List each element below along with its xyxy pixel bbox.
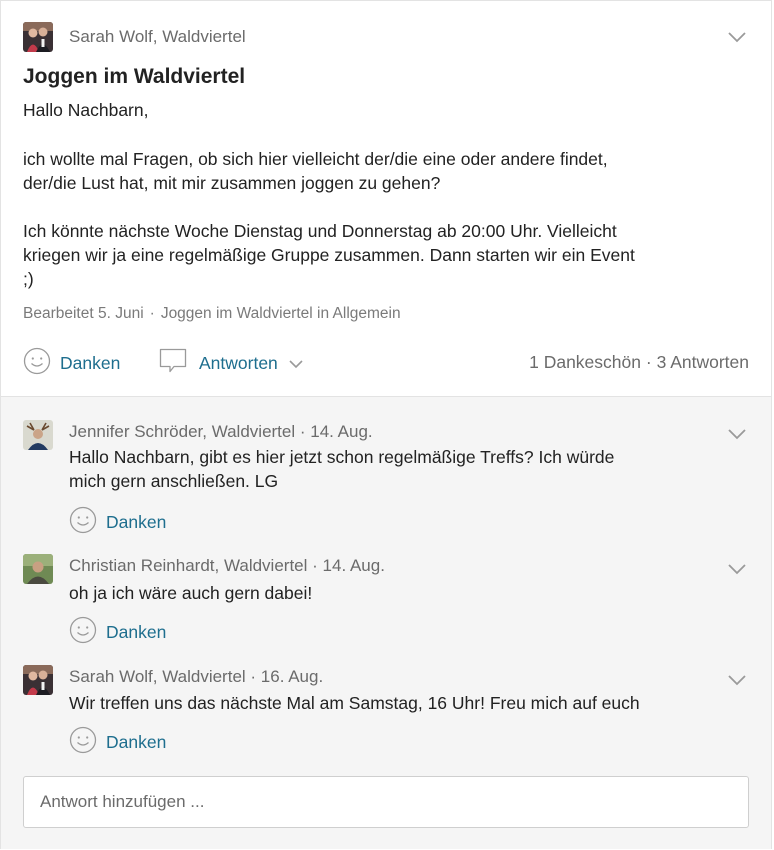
- comment-date: 14. Aug.: [322, 556, 385, 575]
- comment-thank-label: Danken: [106, 622, 167, 642]
- reply-button[interactable]: Antworten: [158, 346, 304, 381]
- comment-date: 14. Aug.: [310, 422, 373, 441]
- thank-label: Danken: [60, 353, 121, 373]
- comment-author-name[interactable]: Sarah Wolf, Waldviertel: [69, 667, 246, 686]
- comment-thank-button[interactable]: Danken: [69, 506, 166, 539]
- comment-thank-label: Danken: [106, 732, 167, 752]
- post: Sarah Wolf, Waldviertel Joggen im Waldvi…: [1, 1, 771, 396]
- post-body-line: Hallo Nachbarn,: [23, 100, 149, 120]
- post-body-line: der/die Lust hat, mit mir zusammen jogge…: [23, 173, 441, 193]
- post-body-line: kriegen wir ja eine regelmäßige Gruppe z…: [23, 245, 635, 265]
- replies-count[interactable]: 3 Antworten: [657, 352, 749, 372]
- comment-author-name[interactable]: Jennifer Schröder, Waldviertel: [69, 422, 295, 441]
- comment-author: Jennifer Schröder, Waldviertel · 14. Aug…: [69, 422, 373, 441]
- post-title: Joggen im Waldviertel: [23, 65, 246, 88]
- meta-separator: ·: [149, 305, 155, 322]
- comment-options-chevron-icon[interactable]: [727, 673, 747, 687]
- edited-date: Bearbeitet 5. Juni: [23, 305, 144, 322]
- comment-avatar[interactable]: [23, 665, 53, 695]
- smiley-icon: [23, 347, 51, 380]
- comment-author: Christian Reinhardt, Waldviertel · 14. A…: [69, 556, 385, 575]
- reply-label: Antworten: [199, 353, 278, 373]
- comments-section: Jennifer Schröder, Waldviertel · 14. Aug…: [1, 396, 771, 849]
- comment-text-line: Hallo Nachbarn, gibt es hier jetzt schon…: [69, 447, 615, 467]
- comment-author: Sarah Wolf, Waldviertel · 16. Aug.: [69, 667, 324, 686]
- post-card: Sarah Wolf, Waldviertel Joggen im Waldvi…: [0, 0, 772, 849]
- thanks-count[interactable]: 1 Dankeschön: [529, 352, 641, 372]
- comment-options-chevron-icon[interactable]: [727, 427, 747, 441]
- comment-author-name[interactable]: Christian Reinhardt, Waldviertel: [69, 556, 307, 575]
- comment-thank-label: Danken: [106, 512, 167, 532]
- comment-options-chevron-icon[interactable]: [727, 562, 747, 576]
- comment-avatar[interactable]: [23, 554, 53, 584]
- smiley-icon: [69, 616, 97, 649]
- reply-expand-chevron-icon[interactable]: [288, 353, 304, 374]
- comment-thank-button[interactable]: Danken: [69, 616, 166, 649]
- post-body-line: ich wollte mal Fragen, ob sich hier viel…: [23, 149, 608, 169]
- comment-avatar[interactable]: [23, 420, 53, 450]
- post-meta: Bearbeitet 5. Juni · Joggen im Waldviertel…: [23, 305, 401, 323]
- comment-date: 16. Aug.: [260, 667, 324, 686]
- category-link[interactable]: Joggen im Waldviertel in Allgemein: [161, 305, 401, 322]
- smiley-icon: [69, 506, 97, 539]
- comment-text-line: Wir treffen uns das nächste Mal am Samst…: [69, 693, 640, 713]
- comment-text-line: mich gern anschließen. LG: [69, 471, 279, 491]
- stats-separator: ·: [645, 352, 652, 372]
- post-body-line: Ich könnte nächste Woche Dienstag und Do…: [23, 221, 617, 241]
- comment-text-line: oh ja ich wäre auch gern dabei!: [69, 583, 313, 603]
- post-stats: 1 Dankeschön · 3 Antworten: [529, 352, 749, 373]
- more-options-chevron-icon[interactable]: [727, 30, 747, 44]
- reply-input[interactable]: [23, 776, 749, 828]
- comment-thank-button[interactable]: Danken: [69, 726, 166, 759]
- author-name[interactable]: Sarah Wolf, Waldviertel: [69, 27, 246, 47]
- thank-button[interactable]: Danken: [23, 347, 120, 380]
- post-body-line: ;): [23, 269, 34, 289]
- smiley-icon: [69, 726, 97, 759]
- author-avatar[interactable]: [23, 22, 53, 52]
- speech-bubble-icon: [158, 346, 188, 381]
